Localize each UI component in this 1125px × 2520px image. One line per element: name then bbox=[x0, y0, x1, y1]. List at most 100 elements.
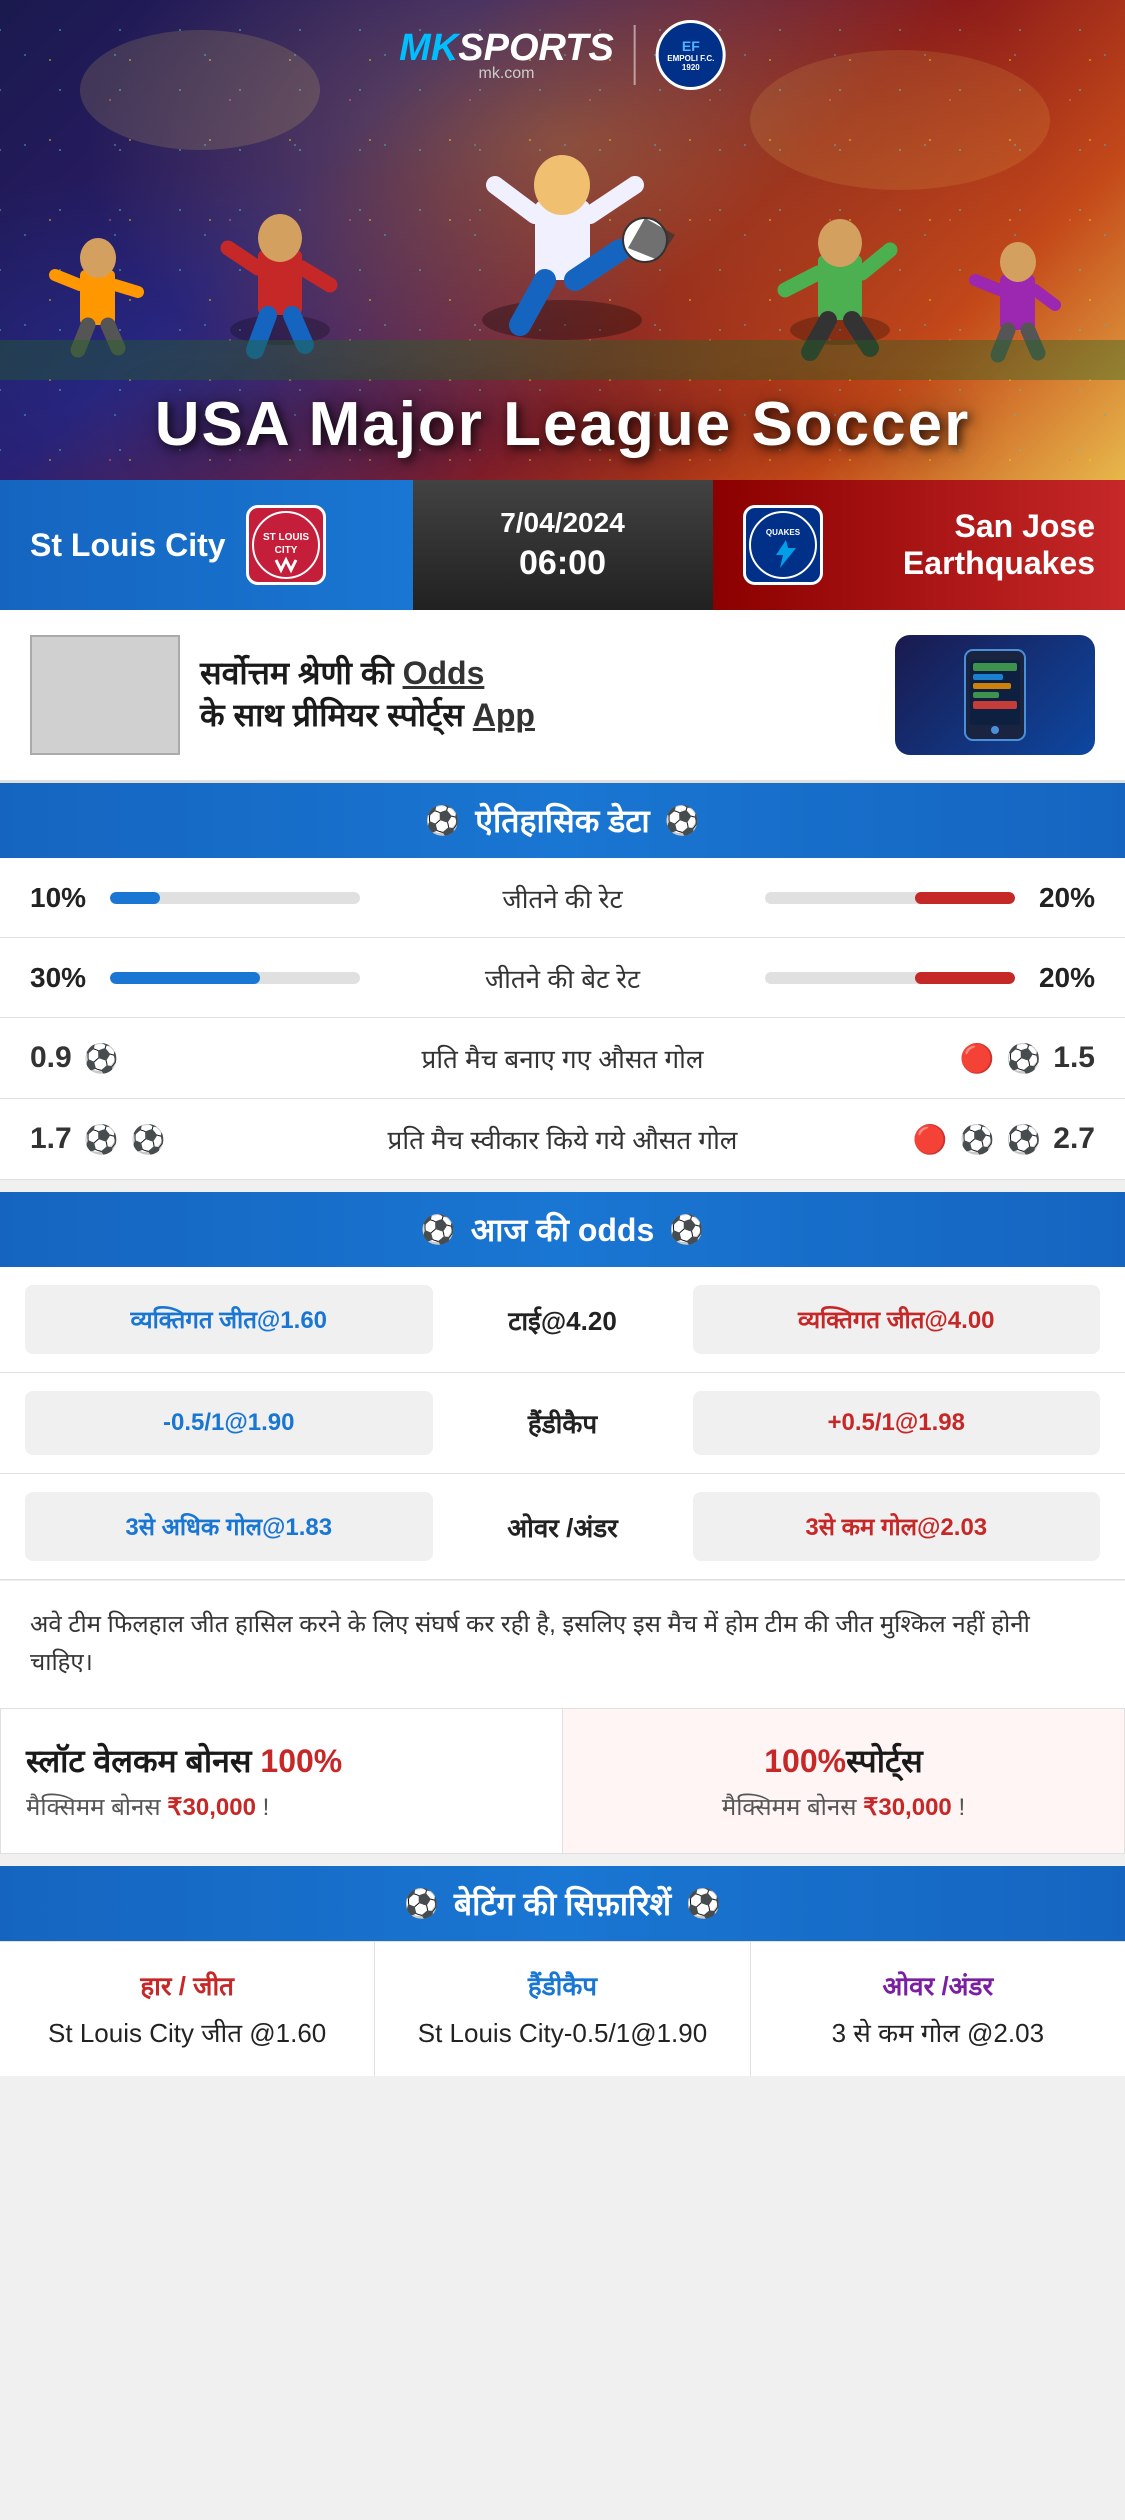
odds-btn-ou-left[interactable]: 3से अधिक गोल@1.83 bbox=[25, 1492, 433, 1561]
bonus-section: स्लॉट वेलकम बोनस 100% मैक्सिमम बोनस ₹30,… bbox=[0, 1708, 1125, 1854]
goals-right-scored: 🔴 ⚽ 1.5 bbox=[895, 1041, 1095, 1075]
promo-app: App bbox=[473, 697, 535, 733]
ball-icon-right: ⚽ bbox=[665, 804, 700, 837]
empoli-letters: EF bbox=[682, 38, 700, 54]
odds-btn-handicap-right[interactable]: +0.5/1@1.98 bbox=[693, 1391, 1101, 1455]
ball-icon-conceded-r2: ⚽ bbox=[960, 1123, 995, 1156]
rec-value-wl: St Louis City जीत @1.60 bbox=[20, 2015, 354, 2051]
odds-center-ou: ओवर /अंडर bbox=[453, 1509, 673, 1545]
bar-left-bet-rate bbox=[110, 972, 360, 984]
ball-icon-conceded-2: ⚽ bbox=[131, 1123, 166, 1156]
ball-icon-scored-r1: 🔴 bbox=[960, 1042, 995, 1075]
rec-type-ou: ओवर /अंडर bbox=[771, 1967, 1105, 2003]
rec-title: बेटिंग की सिफ़ारिशें bbox=[454, 1882, 671, 1925]
odds-ball-right: ⚽ bbox=[669, 1213, 704, 1246]
ball-icon-left: ⚽ bbox=[425, 804, 460, 837]
odds-ball-left: ⚽ bbox=[421, 1213, 456, 1246]
ball-icon-scored-r2: ⚽ bbox=[1006, 1042, 1041, 1075]
ball-icon-conceded-r3: ⚽ bbox=[1006, 1123, 1041, 1156]
rec-col-ou: ओवर /अंडर 3 से कम गोल @2.03 bbox=[751, 1942, 1125, 2076]
rec-ball-right: ⚽ bbox=[686, 1887, 721, 1920]
goals-right-value-scored: 1.5 bbox=[1053, 1041, 1095, 1075]
hero-title: USA Major League Soccer bbox=[0, 389, 1125, 460]
svg-text:QUAKES: QUAKES bbox=[765, 528, 800, 537]
odds-btn-win-left[interactable]: व्यक्तिगत जीत@1.60 bbox=[25, 1285, 433, 1354]
logo-divider bbox=[634, 25, 636, 85]
bonus-sports-text: स्पोर्ट्स bbox=[846, 1743, 923, 1779]
stl-logo-svg: ST LOUIS CITY bbox=[251, 510, 321, 580]
rec-col-hcp: हैंडीकैप St Louis City-0.5/1@1.90 bbox=[375, 1942, 750, 2076]
ball-icon-conceded-1: ⚽ bbox=[84, 1123, 119, 1156]
rec-header: ⚽ बेटिंग की सिफ़ारिशें ⚽ bbox=[0, 1866, 1125, 1941]
odds-center-win: टाई@4.20 bbox=[453, 1302, 673, 1338]
bonus-sports-exclaim: ! bbox=[952, 1794, 965, 1821]
empoli-badge: EF EMPOLI F.C. 1920 bbox=[656, 20, 726, 90]
goals-left-conceded: 1.7 ⚽ ⚽ bbox=[30, 1122, 230, 1156]
odds-btn-win-right[interactable]: व्यक्तिगत जीत@4.00 bbox=[693, 1285, 1101, 1354]
bar-left-win-rate bbox=[110, 892, 360, 904]
team-left-name: St Louis City bbox=[30, 527, 226, 564]
team-right-name: San Jose Earthquakes bbox=[843, 508, 1096, 582]
match-time: 06:00 bbox=[519, 544, 606, 583]
analysis-section: अवे टीम फिलहाल जीत हासिल करने के लिए संघ… bbox=[0, 1580, 1125, 1708]
promo-app-icon bbox=[895, 635, 1095, 755]
bonus-slots-max: मैक्सिमम बोनस bbox=[26, 1794, 167, 1821]
hero-banner: MKSPORTS mk.com EF EMPOLI F.C. 1920 USA … bbox=[0, 0, 1125, 480]
bonus-sports-percent: 100% bbox=[764, 1743, 846, 1779]
goals-label-conceded: प्रति मैच स्वीकार किये गये औसत गोल bbox=[230, 1121, 895, 1157]
odds-row-handicap: -0.5/1@1.90 हैंडीकैप +0.5/1@1.98 bbox=[0, 1373, 1125, 1474]
bonus-card-slots[interactable]: स्लॉट वेलकम बोनस 100% मैक्सिमम बोनस ₹30,… bbox=[0, 1708, 562, 1854]
match-center: 7/04/2024 06:00 bbox=[413, 480, 713, 610]
goals-left-scored: 0.9 ⚽ bbox=[30, 1041, 230, 1075]
match-bar: St Louis City ST LOUIS CITY 7/04/2024 06… bbox=[0, 480, 1125, 610]
sj-logo: QUAKES bbox=[743, 505, 823, 585]
historical-title: ऐतिहासिक डेटा bbox=[475, 799, 649, 842]
svg-text:CITY: CITY bbox=[274, 545, 297, 556]
odds-row-ou: 3से अधिक गोल@1.83 ओवर /अंडर 3से कम गोल@2… bbox=[0, 1474, 1125, 1580]
stat-row-win-rate: 10% जीतने की रेट 20% bbox=[0, 858, 1125, 938]
goals-right-value-conceded: 2.7 bbox=[1053, 1122, 1095, 1156]
odds-btn-handicap-left[interactable]: -0.5/1@1.90 bbox=[25, 1391, 433, 1455]
odds-row-win: व्यक्तिगत जीत@1.60 टाई@4.20 व्यक्तिगत जी… bbox=[0, 1267, 1125, 1373]
stat-row-goals-scored: 0.9 ⚽ प्रति मैच बनाए गए औसत गोल 🔴 ⚽ 1.5 bbox=[0, 1018, 1125, 1099]
mk-sports-logo: MKSPORTS mk.com bbox=[399, 27, 614, 83]
bar-fill-right-bet-rate bbox=[915, 972, 1015, 984]
bar-fill-right-win-rate bbox=[915, 892, 1015, 904]
bar-fill-left-win-rate bbox=[110, 892, 160, 904]
bonus-slots-exclaim: ! bbox=[256, 1794, 269, 1821]
goals-label-scored: प्रति मैच बनाए गए औसत गोल bbox=[230, 1040, 895, 1076]
team-left-section: St Louis City ST LOUIS CITY bbox=[0, 480, 413, 610]
empoli-year: 1920 bbox=[682, 63, 700, 72]
rec-type-hcp: हैंडीकैप bbox=[395, 1967, 729, 2003]
bonus-card-sports[interactable]: 100%स्पोर्ट्स मैक्सिमम बोनस ₹30,000 ! bbox=[562, 1708, 1125, 1854]
sports-text: SPORTS bbox=[458, 27, 614, 69]
stat-right-win-rate: 20% bbox=[1015, 882, 1095, 914]
empoli-name: EMPOLI F.C. bbox=[667, 54, 714, 63]
stat-row-bet-rate: 30% जीतने की बेट रेट 20% bbox=[0, 938, 1125, 1018]
stl-logo: ST LOUIS CITY bbox=[246, 505, 326, 585]
mk-text: MKSPORTS bbox=[399, 27, 614, 70]
bonus-sports-amount: ₹30,000 bbox=[863, 1794, 952, 1821]
stat-left-win-rate: 10% bbox=[30, 882, 110, 914]
rec-type-wl: हार / जीत bbox=[20, 1967, 354, 2003]
promo-banner[interactable]: सर्वोत्तम श्रेणी की Odds के साथ प्रीमियर… bbox=[0, 610, 1125, 783]
historical-section: ⚽ ऐतिहासिक डेटा ⚽ 10% जीतने की रेट 20% 3… bbox=[0, 783, 1125, 1180]
team-right-section: QUAKES San Jose Earthquakes bbox=[713, 480, 1125, 610]
stat-right-bet-rate: 20% bbox=[1015, 962, 1095, 994]
stat-row-goals-conceded: 1.7 ⚽ ⚽ प्रति मैच स्वीकार किये गये औसत ग… bbox=[0, 1099, 1125, 1180]
odds-title: आज की odds bbox=[471, 1208, 655, 1251]
svg-text:ST LOUIS: ST LOUIS bbox=[263, 532, 309, 543]
bonus-sports-subtitle: मैक्सिमम बोनस ₹30,000 ! bbox=[588, 1790, 1099, 1823]
odds-btn-ou-right[interactable]: 3से कम गोल@2.03 bbox=[693, 1492, 1101, 1561]
bonus-sports-max: मैक्सिमम बोनस bbox=[722, 1794, 863, 1821]
bonus-slots-subtitle: मैक्सिमम बोनस ₹30,000 ! bbox=[26, 1790, 537, 1823]
promo-text: सर्वोत्तम श्रेणी की Odds के साथ प्रीमियर… bbox=[200, 653, 875, 736]
bar-fill-left-bet-rate bbox=[110, 972, 260, 984]
stat-label-bet-rate: जीतने की बेट रेट bbox=[380, 960, 745, 996]
promo-odds: Odds bbox=[403, 655, 485, 691]
rec-ball-left: ⚽ bbox=[404, 1887, 439, 1920]
ball-icon-conceded-r1: 🔴 bbox=[913, 1123, 948, 1156]
bonus-slots-percent: 100% bbox=[260, 1743, 342, 1779]
bar-right-bet-rate bbox=[765, 972, 1015, 984]
bonus-slots-amount: ₹30,000 bbox=[167, 1794, 256, 1821]
